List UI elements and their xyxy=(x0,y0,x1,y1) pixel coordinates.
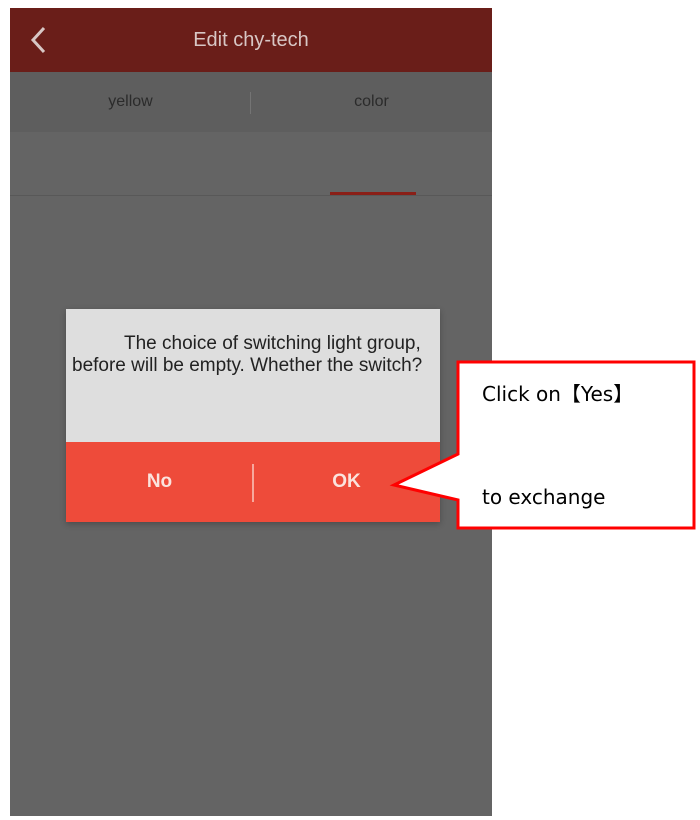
callout-line-2: to exchange xyxy=(482,485,606,509)
callout-shape xyxy=(389,360,696,530)
callout-line-1: Click on【Yes】 xyxy=(482,382,634,406)
